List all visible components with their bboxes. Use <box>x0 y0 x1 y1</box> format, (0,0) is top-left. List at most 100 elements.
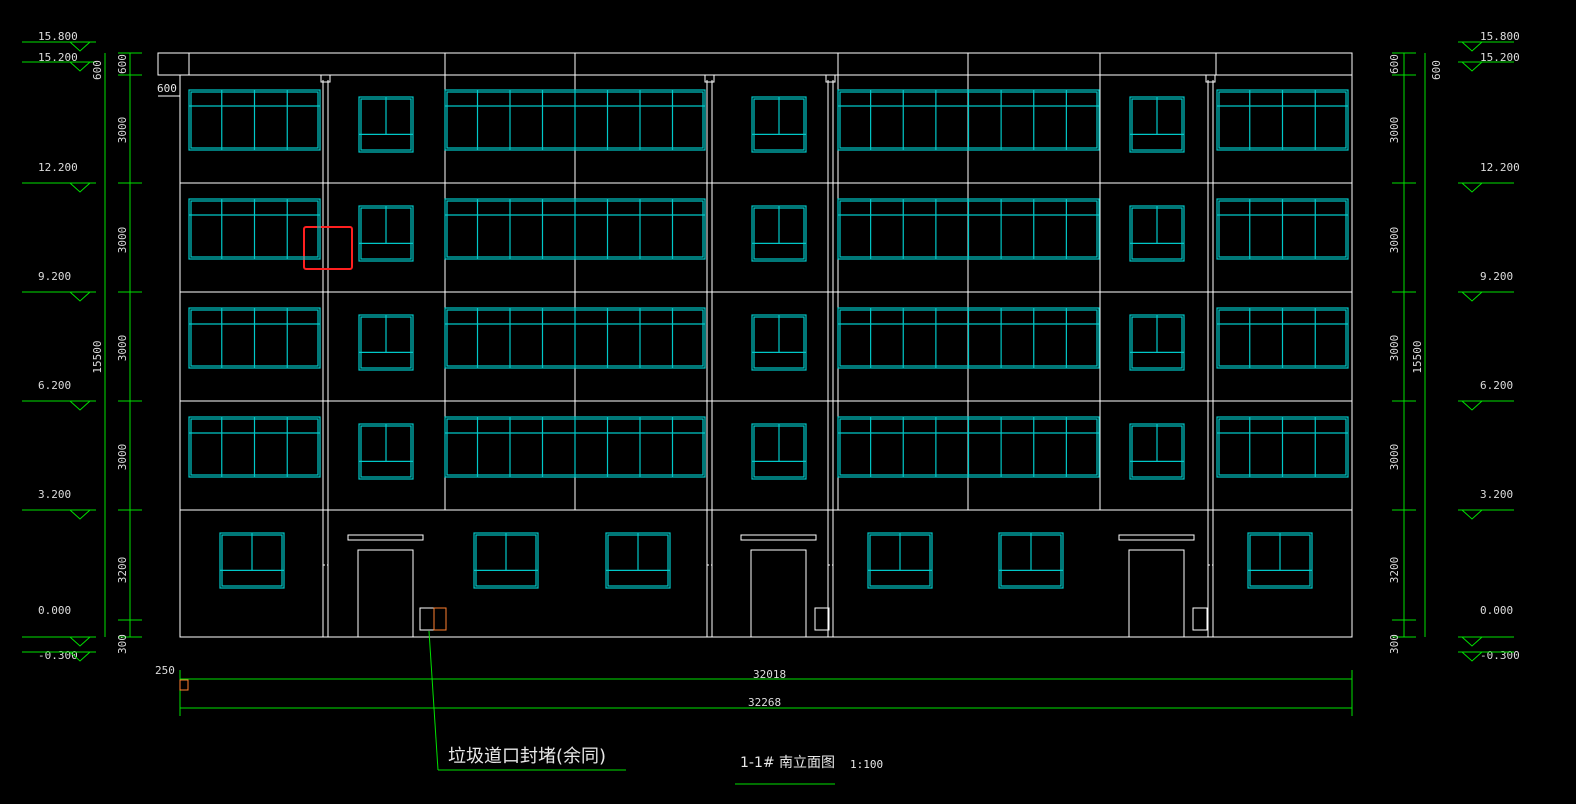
segment-label: 3000 <box>116 335 129 362</box>
elevation-level-label: 0.000 <box>38 604 71 617</box>
width-total-label: 32268 <box>748 696 781 709</box>
elevation-level-label: 9.200 <box>38 270 71 283</box>
entrance-door <box>357 549 414 638</box>
drawing-scale: 1:100 <box>850 758 883 771</box>
right-dimension-column: 15.80015.20012.2009.2006.2003.2000.000-0… <box>1388 30 1520 662</box>
downpipe-base <box>1207 564 1214 638</box>
stair-window <box>1129 96 1185 153</box>
chute-opening <box>419 607 435 631</box>
entrance-canopy <box>740 534 817 541</box>
windows-layer <box>188 89 1349 589</box>
entrance-canopy <box>1118 534 1195 541</box>
downpipe-base <box>322 564 329 638</box>
stair-window <box>1129 423 1185 480</box>
stair-window <box>998 532 1064 589</box>
offset-marker <box>179 679 189 691</box>
stair-window <box>751 314 807 371</box>
elevation-level-label: 3.200 <box>1480 488 1513 501</box>
band-window <box>188 89 321 151</box>
entrance-door <box>1128 549 1185 638</box>
elevation-level-label: 0.000 <box>1480 604 1513 617</box>
band-window <box>444 198 706 260</box>
band-window <box>188 198 321 260</box>
level-marker <box>1460 636 1484 647</box>
elevation-level-label: 3.200 <box>38 488 71 501</box>
annotation-leader <box>428 630 439 771</box>
downpipe-base <box>706 564 713 638</box>
chute-opening <box>1192 607 1208 631</box>
downpipe-head <box>704 74 715 83</box>
stair-window <box>473 532 539 589</box>
band-window <box>1216 416 1349 478</box>
segment-label: 3200 <box>116 557 129 584</box>
elevation-level-label: 6.200 <box>38 379 71 392</box>
stair-window <box>751 423 807 480</box>
elevation-drawing-canvas[interactable]: 15.80015.20012.2009.2006.2003.2000.000-0… <box>0 0 1576 804</box>
entrance-canopy <box>347 534 424 541</box>
segment-label: 3200 <box>1388 557 1401 584</box>
elevation-level-label: 9.200 <box>1480 270 1513 283</box>
parapet-label: 600 <box>157 82 177 95</box>
parapet-height-label: 600 <box>91 60 104 80</box>
segment-label: 600 <box>1388 54 1401 74</box>
level-marker <box>68 636 92 647</box>
stair-window <box>605 532 671 589</box>
stair-window <box>358 96 414 153</box>
segment-label: 3000 <box>1388 117 1401 144</box>
band-window <box>188 416 321 478</box>
stair-window <box>358 205 414 262</box>
level-marker <box>1460 291 1484 302</box>
elevation-level-label: 15.800 <box>1480 30 1520 43</box>
downpipe-head <box>825 74 836 83</box>
band-window <box>837 198 1100 260</box>
segment-label: 3000 <box>116 444 129 471</box>
elevation-level-label: 12.200 <box>38 161 78 174</box>
stair-window <box>1129 314 1185 371</box>
level-marker <box>68 291 92 302</box>
level-marker <box>1460 41 1484 52</box>
overall-height-label: 15500 <box>91 340 104 373</box>
level-marker <box>1460 182 1484 193</box>
facade-outline <box>179 74 1353 638</box>
segment-label: 3000 <box>116 227 129 254</box>
stair-window <box>358 423 414 480</box>
width-inner-label: 32018 <box>753 668 786 681</box>
elevation-level-label: 6.200 <box>1480 379 1513 392</box>
drawing-title: 1-1# 南立面图 <box>740 755 835 771</box>
segment-label: 3000 <box>1388 444 1401 471</box>
segment-label: 3000 <box>116 117 129 144</box>
level-marker <box>68 41 92 52</box>
band-window <box>444 416 706 478</box>
level-marker <box>1460 509 1484 520</box>
building-outline <box>157 52 1353 638</box>
parapet-height-label: 600 <box>1430 60 1443 80</box>
stair-window <box>751 96 807 153</box>
segment-label: 3000 <box>1388 335 1401 362</box>
base-offset-label: 250 <box>155 664 175 677</box>
entrance-door <box>750 549 807 638</box>
elevation-level-label: -0.300 <box>38 649 78 662</box>
stair-window <box>1247 532 1313 589</box>
parapet-band <box>157 52 1353 76</box>
band-window <box>837 89 1100 151</box>
stair-window <box>358 314 414 371</box>
band-window <box>1216 198 1349 260</box>
band-window <box>444 89 706 151</box>
stair-window <box>751 205 807 262</box>
band-window <box>837 307 1100 369</box>
elevation-level-label: 12.200 <box>1480 161 1520 174</box>
segment-label: 3000 <box>1388 227 1401 254</box>
band-window <box>444 307 706 369</box>
elevation-level-label: -0.300 <box>1480 649 1520 662</box>
level-marker <box>68 182 92 193</box>
level-marker <box>1460 61 1484 72</box>
segment-label: 300 <box>116 634 129 654</box>
stair-window <box>1129 205 1185 262</box>
stair-window <box>867 532 933 589</box>
elevation-level-label: 15.800 <box>38 30 78 43</box>
chute-opening <box>814 607 830 631</box>
downpipe-head <box>320 74 331 83</box>
overall-height-label: 15500 <box>1411 340 1424 373</box>
band-window <box>837 416 1100 478</box>
segment-label: 600 <box>116 54 129 74</box>
